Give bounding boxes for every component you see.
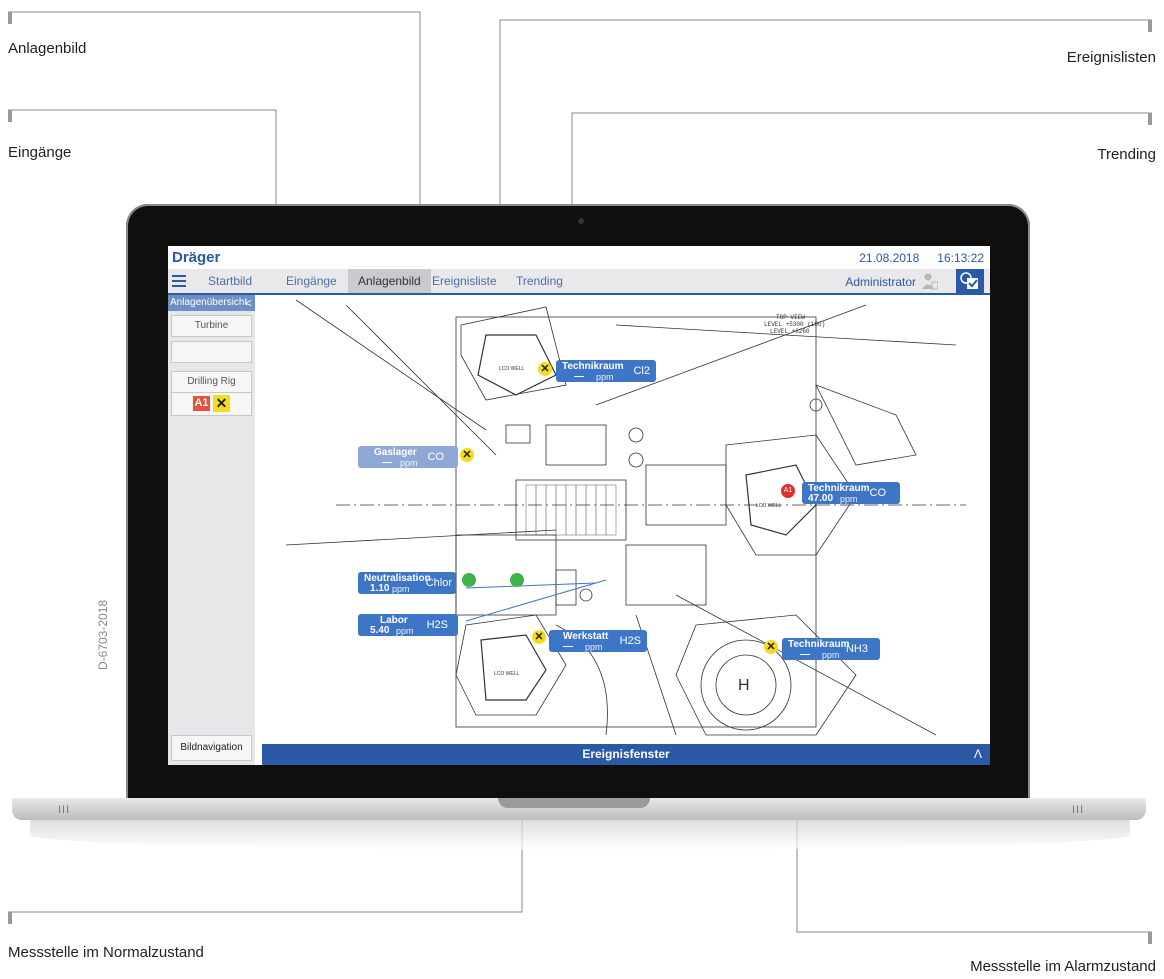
event-window-label: Ereignisfenster xyxy=(582,747,670,761)
normal-marker-icon[interactable] xyxy=(462,573,476,587)
event-window-bar[interactable]: Ereignisfenster Λ xyxy=(262,744,990,765)
sensor-unit: ppm xyxy=(400,458,418,468)
callout-marker xyxy=(8,12,12,24)
sensor-value: — xyxy=(574,371,584,382)
datetime: 21.08.2018 16:13:22 xyxy=(841,251,984,265)
time: 16:13:22 xyxy=(937,251,984,265)
fault-marker-icon[interactable]: ✕ xyxy=(532,630,546,644)
tab-trending[interactable]: Trending xyxy=(508,269,571,293)
tab-ereignisliste[interactable]: Ereignisliste xyxy=(424,269,505,293)
user-icon[interactable] xyxy=(922,272,938,290)
sensor-gas: Chlor xyxy=(425,577,452,589)
alarm-badge: A1 xyxy=(193,396,210,411)
sensor-unit: ppm xyxy=(840,494,858,504)
drawing-label: LCO WELL xyxy=(494,671,520,677)
sidebar-item-turbine[interactable]: Turbine xyxy=(171,315,252,337)
fault-marker-icon[interactable]: ✕ xyxy=(460,448,474,462)
sensor-unit: ppm xyxy=(392,584,410,594)
sensor-technikraum-cl2[interactable]: Technikraum — ppm Cl2 xyxy=(556,360,656,382)
sensor-value: 5.40 xyxy=(370,625,390,636)
callout-alarm: Messstelle im Alarmzustand xyxy=(970,958,1156,975)
sensor-value: 47.00 xyxy=(808,493,834,504)
sensor-gas: NH3 xyxy=(845,643,868,655)
fault-marker-icon[interactable]: ✕ xyxy=(538,362,552,376)
sensor-gas: Cl2 xyxy=(633,365,650,377)
tab-anlagenbild[interactable]: Anlagenbild xyxy=(348,269,431,293)
fault-marker-icon[interactable]: ✕ xyxy=(764,640,778,654)
app-screen: Dräger 21.08.2018 16:13:22 Startbild Eing… xyxy=(168,246,990,765)
tab-startbild[interactable]: Startbild xyxy=(200,269,260,293)
image-navigation-button[interactable]: Bildnavigation xyxy=(171,735,252,761)
sensor-neutralisation-chlor[interactable]: Neutralisation 1.10 ppm Chlor xyxy=(358,572,456,594)
callout-trending: Trending xyxy=(1097,146,1156,163)
drawing-label: LCO WELL xyxy=(756,503,782,509)
expand-caret-icon[interactable]: Λ xyxy=(974,744,982,765)
sensor-technikraum-co[interactable]: Technikraum 47.00 ppm CO xyxy=(802,482,900,504)
sensor-gas: H2S xyxy=(619,635,641,647)
callout-normal: Messstelle im Normalzustand xyxy=(8,944,204,961)
callout-marker xyxy=(1148,113,1152,125)
drilling-rig-status[interactable]: A1 ✕ xyxy=(171,393,252,416)
drawing-title-3: LEVEL +8260 xyxy=(770,328,810,335)
callout-eingaenge: Eingänge xyxy=(8,144,72,161)
sensor-unit: ppm xyxy=(596,372,614,382)
acknowledge-icon xyxy=(960,272,978,289)
sidebar-item-empty[interactable] xyxy=(171,341,252,363)
grip-icon: III xyxy=(58,804,71,816)
alarm-marker-icon[interactable]: A1 xyxy=(781,484,795,498)
drager-logo: Dräger xyxy=(172,249,221,266)
svg-text:H: H xyxy=(738,677,750,694)
collapse-chevron-icon[interactable]: < xyxy=(245,295,252,311)
callout-ereignislisten: Ereignislisten xyxy=(1066,49,1156,66)
sensor-name: Gaslager xyxy=(374,447,417,458)
main-navbar: Startbild Eingänge Anlagenbild Ereignisl… xyxy=(168,269,990,295)
plant-overview-sidebar: Anlagenübersicht < Turbine Drilling Rig … xyxy=(168,295,255,765)
drawing-label: LCO WELL xyxy=(499,366,525,372)
sensor-gas: CO xyxy=(869,487,887,499)
sensor-gaslager-co[interactable]: Gaslager — ppm CO xyxy=(358,446,458,468)
sensor-name: Technikraum xyxy=(562,361,624,372)
camera-icon xyxy=(578,218,584,224)
tab-eingaenge[interactable]: Eingänge xyxy=(278,269,345,293)
acknowledge-button[interactable] xyxy=(956,269,984,293)
sensor-unit: ppm xyxy=(396,626,414,636)
drawing-title-2: LEVEL +5300 (10G) xyxy=(764,321,825,328)
sensor-gas: H2S xyxy=(426,619,448,631)
callout-marker xyxy=(8,912,12,924)
sidebar-title: Anlagenübersicht xyxy=(170,297,248,308)
callout-marker xyxy=(1148,20,1152,32)
grip-icon: III xyxy=(1072,804,1085,816)
laptop-shadow xyxy=(30,820,1130,850)
callout-marker xyxy=(8,110,12,122)
sidebar-item-drilling-rig[interactable]: Drilling Rig xyxy=(171,371,252,393)
laptop-notch xyxy=(498,798,650,808)
hamburger-menu-icon[interactable] xyxy=(172,273,186,287)
sidebar-header[interactable]: Anlagenübersicht < xyxy=(168,295,255,311)
normal-marker-icon[interactable] xyxy=(510,573,524,587)
sensor-value: — xyxy=(800,649,810,660)
sensor-gas: CO xyxy=(427,451,445,463)
sensor-value: — xyxy=(563,641,573,652)
fault-badge: ✕ xyxy=(213,395,230,412)
sensor-value: 1.10 xyxy=(370,583,390,594)
sensor-value: — xyxy=(382,457,392,468)
sensor-unit: ppm xyxy=(585,642,603,652)
sensor-unit: ppm xyxy=(822,650,840,660)
document-code: D-6703-2018 xyxy=(96,599,110,670)
sensor-name: Technikraum xyxy=(788,639,850,650)
drawing-title-1: TOP VIEW xyxy=(776,314,805,321)
sensor-labor-h2s[interactable]: Labor 5.40 ppm H2S xyxy=(358,614,458,636)
user-name: Administrator xyxy=(845,275,916,289)
sensor-werkstatt-h2s[interactable]: Werkstatt — ppm H2S xyxy=(549,630,647,652)
date: 21.08.2018 xyxy=(859,251,920,265)
callout-marker xyxy=(1148,932,1152,944)
callout-anlagenbild: Anlagenbild xyxy=(8,40,87,57)
sensor-technikraum-nh3[interactable]: Technikraum — ppm NH3 xyxy=(782,638,880,660)
